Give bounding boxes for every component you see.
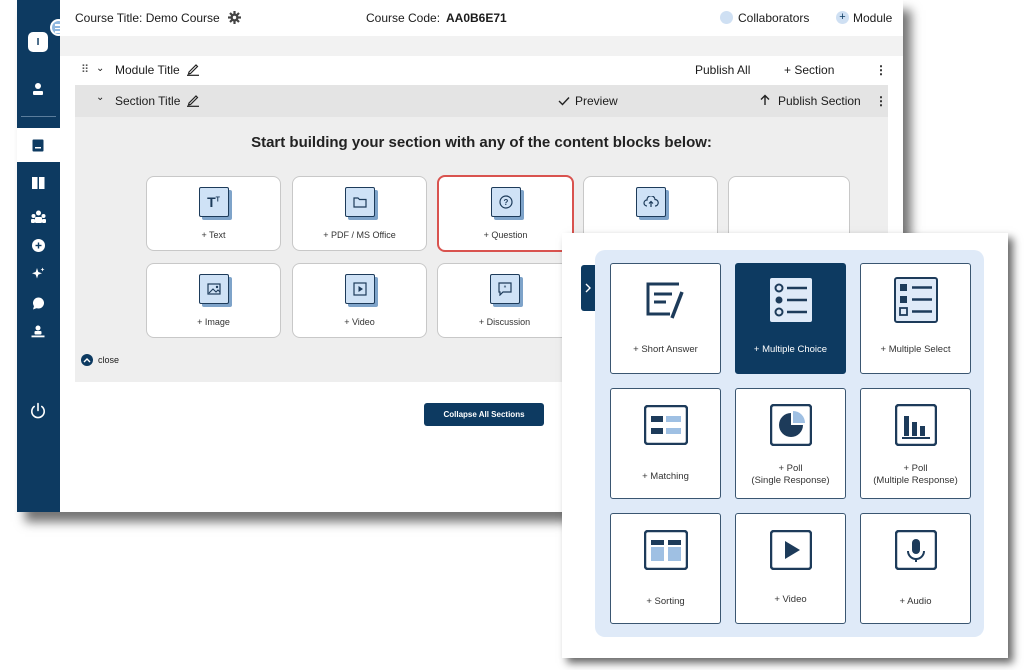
section-title: Section Title [115, 94, 181, 108]
block-label: + Question [483, 230, 528, 240]
arrow-up-icon [760, 94, 770, 109]
question-type-label: + Matching [642, 471, 689, 482]
chat-icon[interactable] [29, 294, 47, 312]
chevron-down-icon[interactable]: ⌄ [96, 63, 104, 74]
section-prompt: Start building your section with any of … [251, 134, 712, 151]
sidebar-divider [21, 116, 56, 117]
module-row: ⠿ ⌄ Module Title Publish All + Section ⋮ [75, 56, 888, 84]
pdf-block-card[interactable]: + PDF / MS Office [292, 176, 427, 251]
video-block-card[interactable]: + Video [292, 263, 427, 338]
section-header: ⌄ Section Title Preview Publish Section … [75, 85, 888, 117]
folder-icon [344, 187, 375, 217]
poll-multiple-card[interactable]: + Poll (Multiple Response) [860, 388, 971, 499]
sparkle-icon[interactable] [29, 265, 47, 283]
question-type-label: + Video [774, 594, 807, 605]
multiple-choice-icon [768, 277, 814, 323]
image-icon [198, 274, 229, 304]
question-type-label: + Poll [903, 463, 928, 474]
question-type-label: + Short Answer [633, 344, 698, 355]
multiple-choice-card[interactable]: + Multiple Choice [735, 263, 846, 374]
publish-section-button[interactable]: Publish Section [778, 94, 861, 108]
pie-chart-icon [768, 402, 814, 448]
multiple-select-icon [893, 277, 939, 323]
question-type-grid: + Short Answer + Multiple Choice + Multi… [595, 250, 984, 637]
close-toggle[interactable]: close [81, 354, 119, 366]
play-icon [768, 527, 814, 573]
add-module-button[interactable]: Module [853, 11, 892, 25]
image-block-card[interactable]: + Image [146, 263, 281, 338]
audio-card[interactable]: + Audio [860, 513, 971, 624]
panel-collapse-tab[interactable] [581, 265, 595, 311]
question-type-label: + Multiple Select [880, 344, 951, 355]
question-type-panel: + Short Answer + Multiple Choice + Multi… [562, 233, 1008, 658]
question-block-card[interactable]: ? + Question [437, 175, 574, 252]
sidebar-item-course-active[interactable] [17, 128, 60, 162]
gear-icon[interactable] [228, 11, 241, 27]
collapse-all-sections-button[interactable]: Collapse All Sections [424, 403, 544, 426]
pencil-icon[interactable] [186, 62, 200, 79]
microphone-icon [893, 527, 939, 573]
pencil-circle-icon [720, 11, 733, 24]
discussion-block-card[interactable]: “ + Discussion [437, 263, 572, 338]
sorting-card[interactable]: + Sorting [610, 513, 721, 624]
block-label: + Discussion [478, 317, 531, 327]
discussion-icon: “ [489, 274, 520, 304]
module-title: Module Title [115, 63, 180, 77]
matching-icon [643, 402, 689, 448]
block-label: + Text [201, 230, 226, 240]
power-icon[interactable] [29, 402, 47, 420]
question-type-sublabel: (Single Response) [751, 475, 830, 486]
svg-text:“: “ [503, 286, 506, 292]
preview-button[interactable]: Preview [575, 94, 618, 108]
plus-circle-icon: + [836, 11, 849, 24]
question-type-sublabel: (Multiple Response) [873, 475, 958, 486]
course-code: AA0B6E71 [446, 11, 507, 25]
course-code-label: Course Code: [366, 11, 441, 25]
question-type-label: + Multiple Choice [753, 344, 828, 355]
book-icon [29, 136, 47, 154]
teacher-icon[interactable] [29, 322, 47, 340]
sidebar-rail: I [17, 0, 67, 512]
publish-all-button[interactable]: Publish All [695, 63, 750, 77]
text-icon: TT [198, 187, 229, 217]
more-options-icon[interactable]: ⋮ [875, 63, 887, 77]
question-type-label: + Poll [778, 463, 803, 474]
short-answer-icon [643, 277, 689, 323]
svg-text:?: ? [503, 198, 508, 207]
chevron-down-icon[interactable]: ⌄ [96, 92, 104, 103]
collaborators-button[interactable]: Collaborators [738, 11, 809, 25]
upload-icon [635, 187, 666, 217]
bar-chart-icon [893, 402, 939, 448]
text-block-card[interactable]: TT + Text [146, 176, 281, 251]
question-icon: ? [490, 187, 521, 217]
short-answer-card[interactable]: + Short Answer [610, 263, 721, 374]
drag-handle-icon[interactable]: ⠿ [81, 63, 89, 76]
chevron-up-icon [81, 354, 93, 366]
close-label: close [98, 355, 120, 365]
more-options-icon[interactable]: ⋮ [875, 94, 887, 108]
check-icon [558, 95, 570, 109]
question-type-label: + Sorting [646, 596, 685, 607]
library-icon[interactable] [29, 174, 47, 192]
sorting-icon [643, 527, 689, 573]
poll-single-card[interactable]: + Poll (Single Response) [735, 388, 846, 499]
block-label: + Image [197, 317, 230, 327]
video-icon [344, 274, 375, 304]
block-label: + Video [344, 317, 375, 327]
user-badge[interactable]: I [28, 32, 48, 52]
block-label: + PDF / MS Office [323, 230, 396, 240]
video-question-card[interactable]: + Video [735, 513, 846, 624]
add-section-button[interactable]: + Section [784, 63, 834, 77]
header-divider [60, 36, 903, 56]
person-icon[interactable] [29, 80, 47, 98]
multiple-select-card[interactable]: + Multiple Select [860, 263, 971, 374]
question-type-label: + Audio [899, 596, 932, 607]
people-icon[interactable] [29, 207, 47, 225]
course-title: Course Title: Demo Course [75, 11, 220, 25]
add-circle-icon[interactable] [29, 236, 47, 254]
matching-card[interactable]: + Matching [610, 388, 721, 499]
pencil-icon[interactable] [186, 93, 200, 110]
course-header: Course Title: Demo Course Course Code: A… [60, 0, 903, 38]
